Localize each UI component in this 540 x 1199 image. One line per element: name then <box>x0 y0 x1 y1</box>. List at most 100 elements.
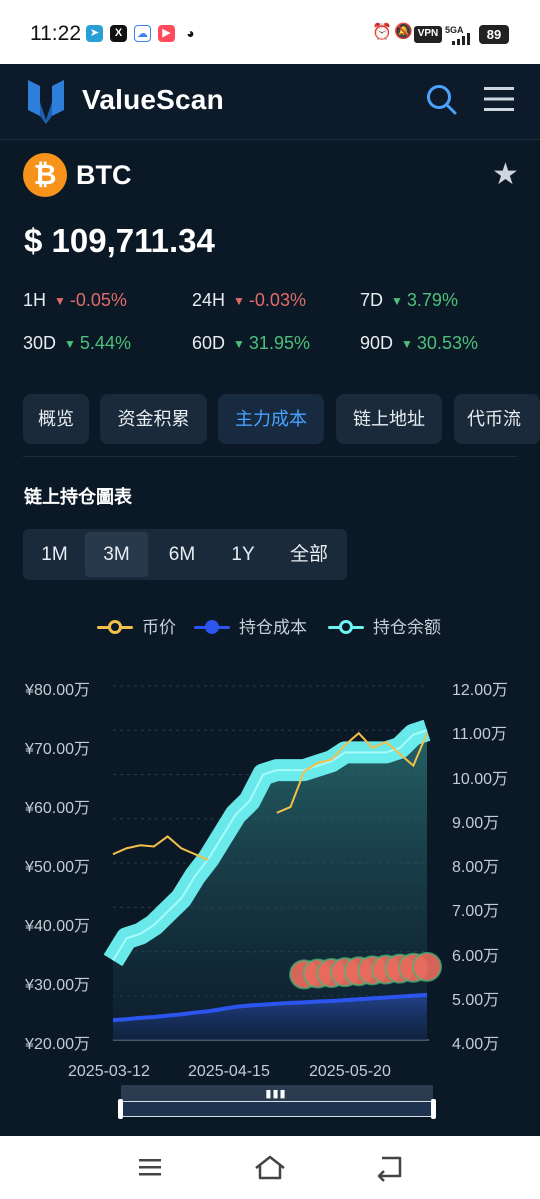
x-icon: X <box>110 25 127 42</box>
mute-icon: 🔕 <box>394 23 413 40</box>
event-marker-ring <box>357 955 388 986</box>
range-1Y[interactable]: 1Y <box>215 532 271 577</box>
balance-area <box>113 730 427 1040</box>
legend-dot <box>205 620 219 634</box>
signal-icon <box>452 33 470 45</box>
tab-1[interactable]: 概览 <box>23 394 89 444</box>
slider-drag-icon[interactable]: ▮▮▮ <box>265 1088 287 1100</box>
change-30d: 30D ▼ 5.44% <box>23 332 131 354</box>
legend-label: 持仓成本 <box>239 618 307 637</box>
right-axis-tick: 4.00万 <box>452 1036 500 1053</box>
change-value: 31.95% <box>248 333 310 353</box>
legend-dot <box>339 620 353 634</box>
range-全部[interactable]: 全部 <box>273 532 345 577</box>
vpn-badge: VPN <box>414 26 442 43</box>
event-marker-ring <box>412 951 442 982</box>
change-period-label: 30D <box>23 333 57 353</box>
battery-indicator: 89 <box>479 25 509 44</box>
brand-name[interactable]: ValueScan <box>82 84 224 116</box>
coin-price: $ 109,711.34 <box>24 222 215 259</box>
slider-left-handle[interactable] <box>118 1099 123 1119</box>
event-marker <box>303 959 332 988</box>
menu-icon[interactable] <box>482 84 516 114</box>
favorite-star-icon[interactable]: ★ <box>492 160 519 190</box>
triangle-down-icon: ▼ <box>54 294 66 308</box>
tab-2[interactable]: 资金积累 <box>100 394 207 444</box>
section-title: 链上持仓圖表 <box>24 487 132 507</box>
search-icon[interactable] <box>424 82 458 116</box>
back-icon[interactable] <box>370 1152 410 1182</box>
penguin-icon: ◕ <box>182 25 199 42</box>
change-value: 3.79% <box>406 290 458 310</box>
price-line <box>112 731 428 861</box>
event-marker-ring <box>330 957 361 988</box>
system-nav-bar <box>0 1136 540 1199</box>
bitcoin-icon: ₿ <box>23 153 67 197</box>
change-period-label: 90D <box>360 333 394 353</box>
change-period-label: 1H <box>23 290 47 310</box>
tab-4[interactable]: 链上地址 <box>336 394 442 444</box>
app-header: ValueScan <box>0 64 540 140</box>
legend-label: 持仓余额 <box>373 618 441 637</box>
tab-3[interactable]: 主力成本 <box>218 394 324 444</box>
event-marker <box>331 958 360 987</box>
left-axis-tick: ¥80.00万 <box>25 682 90 699</box>
x-axis-tick: 2025-04-15 <box>188 1063 270 1080</box>
range-selector: 1M 3M 6M 1Y 全部 <box>23 529 347 580</box>
telegram-icon: ➤ <box>86 25 103 42</box>
right-axis-tick: 10.00万 <box>452 770 509 788</box>
event-marker <box>358 956 387 985</box>
change-value: 30.53% <box>416 333 478 353</box>
cost-line <box>112 992 428 1023</box>
x-axis-tick: 2025-03-12 <box>68 1063 150 1080</box>
video-icon: ▶ <box>158 25 175 42</box>
range-6M[interactable]: 6M <box>153 532 211 577</box>
event-marker-ring <box>343 956 374 987</box>
zoom-slider-selection[interactable] <box>121 1101 433 1117</box>
right-axis-tick: 12.00万 <box>452 682 509 699</box>
event-marker <box>385 954 414 983</box>
range-1M[interactable]: 1M <box>26 532 83 577</box>
x-axis-tick: 2025-05-20 <box>309 1063 391 1080</box>
change-value: -0.05% <box>69 290 127 310</box>
slider-right-handle[interactable] <box>431 1099 436 1119</box>
change-period-label: 24H <box>192 290 226 310</box>
right-axis-tick: 6.00万 <box>452 947 500 965</box>
change-90d: 90D ▼ 30.53% <box>360 332 478 354</box>
right-axis-tick: 11.00万 <box>452 726 507 744</box>
event-marker-ring <box>302 958 333 989</box>
triangle-up-icon: ▼ <box>64 337 76 351</box>
right-axis-tick: 5.00万 <box>452 991 500 1009</box>
left-axis-tick: ¥60.00万 <box>25 800 90 817</box>
cost-area <box>113 994 427 1040</box>
right-axis-tick: 9.00万 <box>452 814 500 832</box>
triangle-up-icon: ▼ <box>401 337 413 351</box>
status-bar: 11:22 ➤ X ☁ ▶ ◕ ⏰ 🔕 VPN 5GA 89 <box>0 0 540 64</box>
balance-line <box>112 729 428 961</box>
home-icon[interactable] <box>250 1152 290 1182</box>
triangle-up-icon: ▼ <box>233 337 245 351</box>
coin-symbol: BTC <box>76 160 132 190</box>
right-axis-tick: 7.00万 <box>452 903 500 921</box>
change-period-label: 60D <box>192 333 226 353</box>
event-marker <box>413 952 441 981</box>
triangle-down-icon: ▼ <box>233 294 245 308</box>
left-axis-tick: ¥50.00万 <box>25 859 90 876</box>
legend-swatch <box>328 620 364 634</box>
change-value: -0.03% <box>248 290 306 310</box>
event-marker <box>290 960 319 989</box>
legend-swatch <box>194 620 230 634</box>
tab-5[interactable]: 代币流 <box>454 394 540 444</box>
divider <box>23 456 517 457</box>
alarm-icon: ⏰ <box>372 24 392 41</box>
left-axis-tick: ¥30.00万 <box>25 977 90 994</box>
change-60d: 60D ▼ 31.95% <box>192 332 310 354</box>
status-time: 11:22 <box>30 22 81 45</box>
valuescan-logo-icon[interactable] <box>26 76 66 124</box>
balance-band <box>103 719 431 967</box>
event-marker-ring <box>384 953 415 984</box>
range-3M[interactable]: 3M <box>85 532 148 577</box>
event-marker <box>344 957 373 986</box>
recent-apps-icon[interactable] <box>130 1152 170 1182</box>
change-period-label: 7D <box>360 290 384 310</box>
